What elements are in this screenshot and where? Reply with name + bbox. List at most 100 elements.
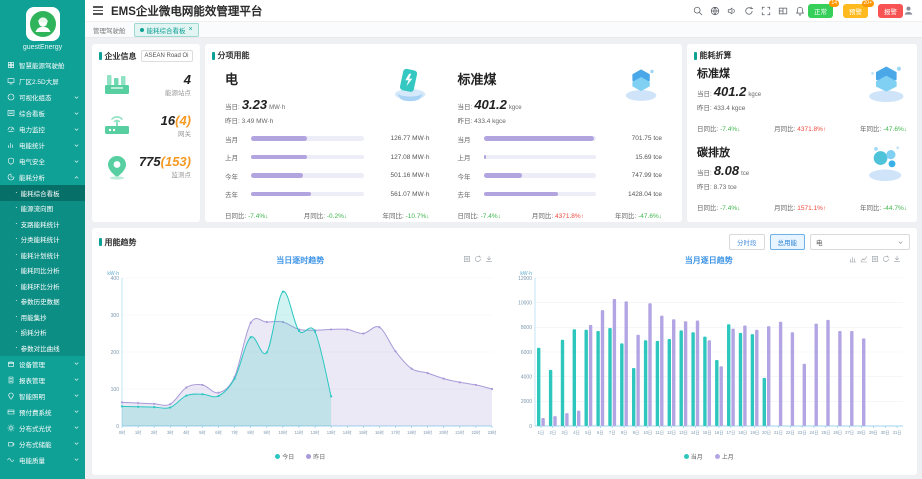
- language-icon[interactable]: [710, 6, 720, 16]
- bar-label: 上月: [225, 152, 245, 162]
- sidebar-subitem-category-energy-stats[interactable]: ·分类能耗统计: [0, 232, 85, 248]
- trend-mode-button[interactable]: 总用能: [770, 234, 806, 250]
- svg-text:7日: 7日: [608, 430, 615, 436]
- site-selector[interactable]: ASEAN Road Oi: [141, 50, 194, 62]
- svg-text:17时: 17时: [391, 429, 401, 435]
- status-badge-amber[interactable]: 预警20+: [843, 4, 868, 18]
- sidebar-subitem-label: 能耗计划统计: [21, 250, 60, 260]
- sidebar-item-distributed-storage[interactable]: 分布式储能: [0, 436, 85, 452]
- volume-icon[interactable]: [727, 6, 737, 16]
- ratio-value: -7.4%↓: [720, 126, 740, 133]
- daily-trend-chart: 当月逐日趋势 020004000600080001000012000kW·h1日…: [505, 252, 914, 461]
- sidebar-subitem-energy-overview-board[interactable]: ·能耗综合看板: [0, 185, 85, 201]
- sidebar-subitem-parameter-history[interactable]: ·参数历史数据: [0, 294, 85, 310]
- sidebar-subitem-meter-reading[interactable]: ·用能集抄: [0, 309, 85, 325]
- active-tab-label: 能耗综合看板: [147, 25, 186, 35]
- legend-item[interactable]: 昨日: [306, 452, 325, 461]
- fullscreen-icon[interactable]: [761, 6, 771, 16]
- download-icon[interactable]: [485, 255, 493, 263]
- svg-text:18时: 18时: [407, 429, 417, 435]
- user-menu[interactable]: [903, 5, 914, 16]
- bar-label: 当月: [225, 134, 245, 144]
- sidebar-subitem-branch-energy-stats[interactable]: ·支路能耗统计: [0, 216, 85, 232]
- sidebar-item-power-monitoring[interactable]: 电力监控: [0, 121, 85, 137]
- energy-bar-row: 去年1428.04 tce: [458, 189, 663, 199]
- sidebar-subitem-label: 能源流向图: [21, 203, 54, 213]
- refresh-icon[interactable]: [744, 6, 754, 16]
- sidebar-item-report-management[interactable]: 报表管理: [0, 372, 85, 388]
- sidebar-subitem-energy-yoy-analysis[interactable]: ·能耗同比分析: [0, 263, 85, 279]
- sidebar-item-smart-energy-cockpit[interactable]: 智慧能源驾驶舱: [0, 57, 85, 73]
- restore-icon[interactable]: [463, 255, 471, 263]
- coal-3d-icon: [861, 63, 907, 102]
- svg-text:20时: 20时: [439, 429, 449, 435]
- sidebar-item-overview-board[interactable]: 综合看板: [0, 105, 85, 121]
- user-icon[interactable]: [903, 5, 914, 16]
- ratio-label: 日同比:: [458, 213, 481, 220]
- sidebar: guestEnergy 智慧能源驾驶舱厂区2.5D大屏可视化组态综合看板电力监控…: [0, 0, 85, 479]
- sidebar-item-power-quality[interactable]: 电能质量: [0, 452, 85, 468]
- ratio-value: -44.7%↓: [883, 205, 907, 212]
- sidebar-item-label: 厂区2.5D大屏: [19, 76, 80, 86]
- legend-item[interactable]: 当月: [684, 452, 703, 461]
- svg-text:25日: 25日: [821, 430, 830, 436]
- svg-text:8日: 8日: [620, 430, 627, 436]
- sidebar-subitem-energy-flow-diagram[interactable]: ·能源流向图: [0, 201, 85, 217]
- refresh-icon[interactable]: [474, 255, 482, 263]
- status-badge-red[interactable]: 报警: [878, 4, 903, 18]
- notification-icon[interactable]: [795, 6, 805, 16]
- wave-icon: [7, 456, 15, 464]
- sidebar-item-plant-25d-screen[interactable]: 厂区2.5D大屏: [0, 73, 85, 89]
- restore-icon[interactable]: [871, 255, 879, 263]
- palette-icon: [7, 93, 15, 101]
- search-icon[interactable]: [693, 6, 703, 16]
- status-badge-green[interactable]: 正常14: [808, 4, 833, 18]
- sidebar-item-energy-statistics[interactable]: 电能统计: [0, 137, 85, 153]
- sidebar-item-device-management[interactable]: 设备管理: [0, 356, 85, 372]
- ratio-row: 日同比: -7.4%↓月同比: 4371.8%↑年同比: -47.6%↓: [697, 123, 907, 133]
- legend-item[interactable]: 上月: [715, 452, 734, 461]
- today-value: 401.2: [714, 84, 747, 99]
- today-value: 401.2: [474, 97, 507, 112]
- chevron-down-icon: [73, 408, 80, 415]
- svg-text:2日: 2日: [549, 430, 556, 436]
- sidebar-subitem-loss-analysis[interactable]: ·损耗分析: [0, 325, 85, 341]
- tab-active[interactable]: 能耗综合看板 ×: [134, 23, 199, 37]
- sidebar-item-energy-analysis[interactable]: 能耗分析: [0, 169, 85, 185]
- status-badges: 正常14 预警20+ 报警: [805, 4, 903, 18]
- sidebar-item-smart-lighting[interactable]: 智能照明: [0, 388, 85, 404]
- sidebar-item-visual-config[interactable]: 可视化组态: [0, 89, 85, 105]
- svg-text:10日: 10日: [643, 430, 652, 436]
- menu-toggle-icon[interactable]: [93, 6, 103, 15]
- svg-text:200: 200: [111, 350, 120, 356]
- tab-home[interactable]: 管理驾驶舱: [93, 25, 126, 35]
- sidebar-subitem-energy-mom-analysis[interactable]: ·能耗环比分析: [0, 278, 85, 294]
- board-icon: [7, 109, 15, 117]
- sidebar-item-prepaid-system[interactable]: 预付费系统: [0, 404, 85, 420]
- battery-icon: [7, 440, 15, 448]
- stat-extra-value: (153): [161, 154, 191, 169]
- refresh-icon[interactable]: [882, 255, 890, 263]
- bar-chart-icon[interactable]: [849, 255, 857, 263]
- conversion-panel: 能耗折算 标准煤当日:401.2kgce昨日: 433.4 kgce日同比: -…: [687, 44, 917, 222]
- bar-fill: [484, 155, 486, 160]
- sidebar-subitem-energy-plan-stats[interactable]: ·能耗计划统计: [0, 247, 85, 263]
- ratio-label: 日同比:: [697, 126, 720, 133]
- download-icon[interactable]: [893, 255, 901, 263]
- theme-icon[interactable]: [778, 6, 788, 16]
- sidebar-item-label: 可视化组态: [19, 92, 69, 102]
- legend-item[interactable]: 今日: [275, 452, 294, 461]
- trend-mode-button[interactable]: 分时段: [729, 234, 765, 250]
- close-icon[interactable]: ×: [189, 26, 193, 33]
- svg-text:9日: 9日: [632, 430, 639, 436]
- svg-text:1时: 1时: [135, 429, 142, 435]
- svg-text:3日: 3日: [561, 430, 568, 436]
- sidebar-subitem-parameter-compare[interactable]: ·参数对比曲线: [0, 340, 85, 356]
- sidebar-item-distributed-pv[interactable]: 分布式光伏: [0, 420, 85, 436]
- legend-dot: [715, 454, 720, 459]
- line-chart-icon[interactable]: [860, 255, 868, 263]
- legend-label: 上月: [722, 452, 734, 461]
- sidebar-item-electrical-safety[interactable]: 电气安全: [0, 153, 85, 169]
- stats-icon: [7, 141, 15, 149]
- energy-type-select[interactable]: 电: [810, 234, 910, 250]
